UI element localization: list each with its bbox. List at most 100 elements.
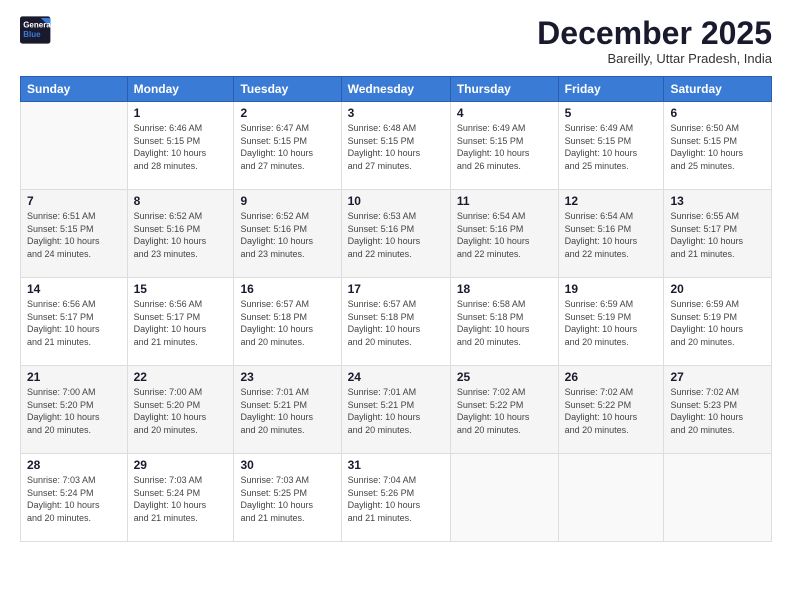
day-info: Sunrise: 6:54 AM Sunset: 5:16 PM Dayligh… xyxy=(565,210,658,260)
day-info: Sunrise: 7:02 AM Sunset: 5:22 PM Dayligh… xyxy=(565,386,658,436)
day-info: Sunrise: 6:48 AM Sunset: 5:15 PM Dayligh… xyxy=(348,122,444,172)
calendar-day xyxy=(558,454,664,542)
day-info: Sunrise: 6:56 AM Sunset: 5:17 PM Dayligh… xyxy=(27,298,121,348)
day-number: 24 xyxy=(348,370,444,384)
col-wednesday: Wednesday xyxy=(341,77,450,102)
day-info: Sunrise: 6:58 AM Sunset: 5:18 PM Dayligh… xyxy=(457,298,552,348)
col-sunday: Sunday xyxy=(21,77,128,102)
day-info: Sunrise: 6:52 AM Sunset: 5:16 PM Dayligh… xyxy=(240,210,334,260)
day-info: Sunrise: 6:46 AM Sunset: 5:15 PM Dayligh… xyxy=(134,122,228,172)
day-info: Sunrise: 7:03 AM Sunset: 5:24 PM Dayligh… xyxy=(134,474,228,524)
col-monday: Monday xyxy=(127,77,234,102)
day-info: Sunrise: 7:03 AM Sunset: 5:25 PM Dayligh… xyxy=(240,474,334,524)
day-info: Sunrise: 7:01 AM Sunset: 5:21 PM Dayligh… xyxy=(348,386,444,436)
day-number: 23 xyxy=(240,370,334,384)
day-info: Sunrise: 7:01 AM Sunset: 5:21 PM Dayligh… xyxy=(240,386,334,436)
day-number: 31 xyxy=(348,458,444,472)
day-number: 4 xyxy=(457,106,552,120)
day-info: Sunrise: 7:00 AM Sunset: 5:20 PM Dayligh… xyxy=(134,386,228,436)
header-row: Sunday Monday Tuesday Wednesday Thursday… xyxy=(21,77,772,102)
calendar-day: 12 Sunrise: 6:54 AM Sunset: 5:16 PM Dayli… xyxy=(558,190,664,278)
day-info: Sunrise: 7:04 AM Sunset: 5:26 PM Dayligh… xyxy=(348,474,444,524)
day-number: 7 xyxy=(27,194,121,208)
calendar-table: Sunday Monday Tuesday Wednesday Thursday… xyxy=(20,76,772,542)
col-tuesday: Tuesday xyxy=(234,77,341,102)
day-number: 6 xyxy=(670,106,765,120)
day-number: 2 xyxy=(240,106,334,120)
day-info: Sunrise: 7:02 AM Sunset: 5:23 PM Dayligh… xyxy=(670,386,765,436)
calendar-day: 16Sunrise: 6:57 AM Sunset: 5:18 PM Dayli… xyxy=(234,278,341,366)
calendar-day: 23 Sunrise: 7:01 AM Sunset: 5:21 PM Dayli… xyxy=(234,366,341,454)
day-number: 25 xyxy=(457,370,552,384)
day-number: 12 xyxy=(565,194,658,208)
day-info: Sunrise: 6:50 AM Sunset: 5:15 PM Dayligh… xyxy=(670,122,765,172)
day-info: Sunrise: 6:51 AM Sunset: 5:15 PM Dayligh… xyxy=(27,210,121,260)
calendar-week-2: 7 Sunrise: 6:51 AM Sunset: 5:15 PM Daylig… xyxy=(21,190,772,278)
calendar-day: 9 Sunrise: 6:52 AM Sunset: 5:16 PM Daylig… xyxy=(234,190,341,278)
calendar-day: 11Sunrise: 6:54 AM Sunset: 5:16 PM Dayli… xyxy=(450,190,558,278)
title-area: December 2025 Bareilly, Uttar Pradesh, I… xyxy=(537,16,772,66)
calendar-day: 15 Sunrise: 6:56 AM Sunset: 5:17 PM Dayli… xyxy=(127,278,234,366)
calendar-day: 2 Sunrise: 6:47 AM Sunset: 5:15 PM Daylig… xyxy=(234,102,341,190)
calendar-day: 28 Sunrise: 7:03 AM Sunset: 5:24 PM Dayli… xyxy=(21,454,128,542)
calendar-day: 20 Sunrise: 6:59 AM Sunset: 5:19 PM Dayli… xyxy=(664,278,772,366)
day-number: 10 xyxy=(348,194,444,208)
logo-icon: General Blue xyxy=(20,16,52,44)
day-number: 17 xyxy=(348,282,444,296)
calendar-day: 8Sunrise: 6:52 AM Sunset: 5:16 PM Daylig… xyxy=(127,190,234,278)
day-info: Sunrise: 6:55 AM Sunset: 5:17 PM Dayligh… xyxy=(670,210,765,260)
calendar-day: 14 Sunrise: 6:56 AM Sunset: 5:17 PM Dayli… xyxy=(21,278,128,366)
calendar-day: 7 Sunrise: 6:51 AM Sunset: 5:15 PM Daylig… xyxy=(21,190,128,278)
day-number: 21 xyxy=(27,370,121,384)
day-info: Sunrise: 7:00 AM Sunset: 5:20 PM Dayligh… xyxy=(27,386,121,436)
calendar-day: 22Sunrise: 7:00 AM Sunset: 5:20 PM Dayli… xyxy=(127,366,234,454)
day-number: 5 xyxy=(565,106,658,120)
day-info: Sunrise: 6:57 AM Sunset: 5:18 PM Dayligh… xyxy=(240,298,334,348)
day-info: Sunrise: 6:59 AM Sunset: 5:19 PM Dayligh… xyxy=(670,298,765,348)
day-info: Sunrise: 6:54 AM Sunset: 5:16 PM Dayligh… xyxy=(457,210,552,260)
day-info: Sunrise: 6:56 AM Sunset: 5:17 PM Dayligh… xyxy=(134,298,228,348)
day-number: 15 xyxy=(134,282,228,296)
calendar-day: 29 Sunrise: 7:03 AM Sunset: 5:24 PM Dayli… xyxy=(127,454,234,542)
calendar-day: 10 Sunrise: 6:53 AM Sunset: 5:16 PM Dayli… xyxy=(341,190,450,278)
calendar-day: 18Sunrise: 6:58 AM Sunset: 5:18 PM Dayli… xyxy=(450,278,558,366)
day-info: Sunrise: 6:57 AM Sunset: 5:18 PM Dayligh… xyxy=(348,298,444,348)
calendar-day: 27Sunrise: 7:02 AM Sunset: 5:23 PM Dayli… xyxy=(664,366,772,454)
calendar-week-5: 28 Sunrise: 7:03 AM Sunset: 5:24 PM Dayli… xyxy=(21,454,772,542)
calendar-day xyxy=(450,454,558,542)
svg-text:Blue: Blue xyxy=(23,30,41,39)
col-friday: Friday xyxy=(558,77,664,102)
day-number: 26 xyxy=(565,370,658,384)
calendar-day: 19 Sunrise: 6:59 AM Sunset: 5:19 PM Dayli… xyxy=(558,278,664,366)
calendar-day: 21 Sunrise: 7:00 AM Sunset: 5:20 PM Dayli… xyxy=(21,366,128,454)
calendar-day xyxy=(664,454,772,542)
calendar-day: 17 Sunrise: 6:57 AM Sunset: 5:18 PM Dayli… xyxy=(341,278,450,366)
calendar-day: 6 Sunrise: 6:50 AM Sunset: 5:15 PM Daylig… xyxy=(664,102,772,190)
day-number: 3 xyxy=(348,106,444,120)
day-info: Sunrise: 6:47 AM Sunset: 5:15 PM Dayligh… xyxy=(240,122,334,172)
day-number: 19 xyxy=(565,282,658,296)
calendar-day: 13 Sunrise: 6:55 AM Sunset: 5:17 PM Dayli… xyxy=(664,190,772,278)
calendar-day: 4Sunrise: 6:49 AM Sunset: 5:15 PM Daylig… xyxy=(450,102,558,190)
day-number: 30 xyxy=(240,458,334,472)
page: General Blue December 2025 Bareilly, Utt… xyxy=(0,0,792,612)
day-number: 14 xyxy=(27,282,121,296)
calendar-week-3: 14 Sunrise: 6:56 AM Sunset: 5:17 PM Dayli… xyxy=(21,278,772,366)
day-info: Sunrise: 7:03 AM Sunset: 5:24 PM Dayligh… xyxy=(27,474,121,524)
col-saturday: Saturday xyxy=(664,77,772,102)
day-number: 28 xyxy=(27,458,121,472)
calendar-day: 24 Sunrise: 7:01 AM Sunset: 5:21 PM Dayli… xyxy=(341,366,450,454)
logo: General Blue xyxy=(20,16,52,44)
day-number: 29 xyxy=(134,458,228,472)
day-number: 13 xyxy=(670,194,765,208)
day-number: 9 xyxy=(240,194,334,208)
day-number: 20 xyxy=(670,282,765,296)
svg-text:General: General xyxy=(23,21,52,30)
calendar-day: 3 Sunrise: 6:48 AM Sunset: 5:15 PM Daylig… xyxy=(341,102,450,190)
day-info: Sunrise: 6:59 AM Sunset: 5:19 PM Dayligh… xyxy=(565,298,658,348)
calendar-day: 5Sunrise: 6:49 AM Sunset: 5:15 PM Daylig… xyxy=(558,102,664,190)
calendar-week-1: 1Sunrise: 6:46 AM Sunset: 5:15 PM Daylig… xyxy=(21,102,772,190)
calendar-day xyxy=(21,102,128,190)
day-number: 8 xyxy=(134,194,228,208)
day-info: Sunrise: 6:53 AM Sunset: 5:16 PM Dayligh… xyxy=(348,210,444,260)
